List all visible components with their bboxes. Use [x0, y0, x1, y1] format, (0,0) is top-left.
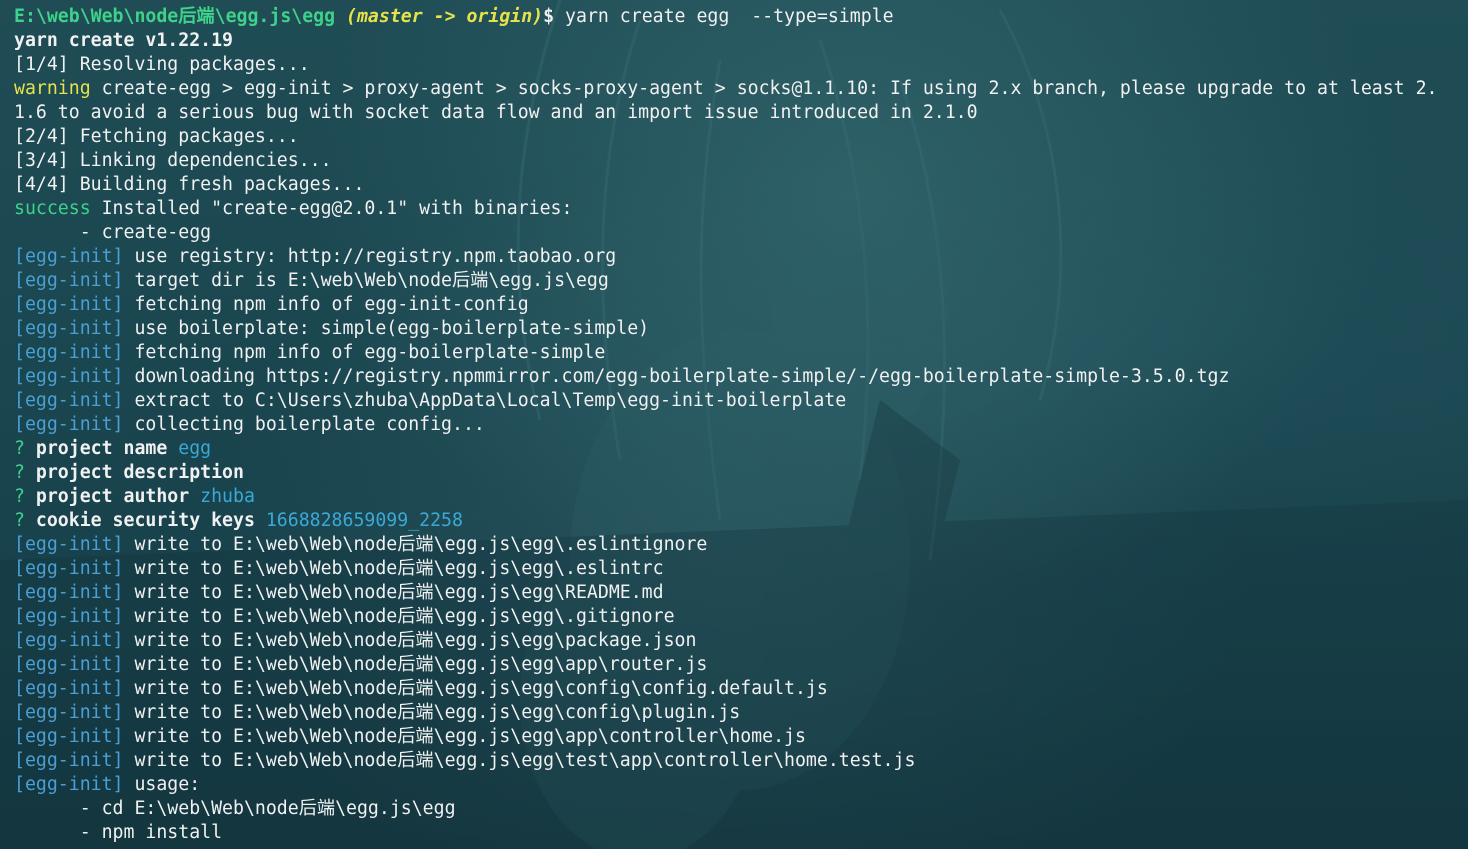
- write-line: [egg-init] write to E:\web\Web\node后端\eg…: [14, 653, 1468, 677]
- write-line: [egg-init] write to E:\web\Web\node后端\eg…: [14, 725, 1468, 749]
- egg-init-line: [egg-init] downloading https://registry.…: [14, 365, 1468, 389]
- egg-init-tag: [egg-init]: [14, 750, 124, 771]
- question-mark: ?: [14, 486, 25, 507]
- write-message: write to E:\web\Web\node后端\egg.js\egg\ap…: [123, 654, 708, 675]
- write-line: [egg-init] write to E:\web\Web\node后端\eg…: [14, 557, 1468, 581]
- egg-init-message: use boilerplate: simple(egg-boilerplate-…: [123, 318, 650, 339]
- question-cookie-keys: ? cookie security keys 1668828659099_225…: [14, 509, 1468, 533]
- egg-init-message: fetching npm info of egg-boilerplate-sim…: [123, 342, 606, 363]
- step-building: [4/4] Building fresh packages...: [14, 174, 365, 195]
- warning-line-2: 1.6 to avoid a serious bug with socket d…: [14, 102, 978, 123]
- egg-init-line: [egg-init] fetching npm info of egg-init…: [14, 293, 1468, 317]
- egg-init-message: fetching npm info of egg-init-config: [123, 294, 529, 315]
- write-line: [egg-init] write to E:\web\Web\node后端\eg…: [14, 533, 1468, 557]
- question-mark: ?: [14, 438, 25, 459]
- prompt-symbol: $: [543, 6, 555, 27]
- egg-init-tag: [egg-init]: [14, 654, 124, 675]
- egg-init-tag: [egg-init]: [14, 366, 124, 387]
- egg-init-tag: [egg-init]: [14, 390, 124, 411]
- egg-init-message: use registry: http://registry.npm.taobao…: [123, 246, 617, 267]
- warning-line-1: warning create-egg > egg-init > proxy-ag…: [14, 77, 1468, 101]
- egg-init-message: collecting boilerplate config...: [123, 414, 485, 435]
- egg-init-message: extract to C:\Users\zhuba\AppData\Local\…: [123, 390, 847, 411]
- write-line: [egg-init] write to E:\web\Web\node后端\eg…: [14, 605, 1468, 629]
- question-project-description: ? project description: [14, 461, 1468, 485]
- egg-init-tag: [egg-init]: [14, 774, 124, 795]
- egg-init-tag: [egg-init]: [14, 678, 124, 699]
- step-linking: [3/4] Linking dependencies...: [14, 150, 332, 171]
- write-message: write to E:\web\Web\node后端\egg.js\egg\RE…: [123, 582, 664, 603]
- usage-label: usage:: [123, 774, 201, 795]
- warning-message: create-egg > egg-init > proxy-agent > so…: [90, 78, 1438, 99]
- egg-init-tag: [egg-init]: [14, 246, 124, 267]
- question-project-name: ? project name egg: [14, 437, 1468, 461]
- terminal-output: E:\web\Web\node后端\egg.js\egg (master -> …: [14, 5, 1468, 845]
- write-line: [egg-init] write to E:\web\Web\node后端\eg…: [14, 677, 1468, 701]
- egg-init-tag: [egg-init]: [14, 294, 124, 315]
- usage-cd-line: - cd E:\web\Web\node后端\egg.js\egg: [14, 798, 456, 819]
- write-message: write to E:\web\Web\node后端\egg.js\egg\co…: [123, 678, 828, 699]
- success-message: Installed "create-egg@2.0.1" with binari…: [90, 198, 573, 219]
- terminal-window[interactable]: E:\web\Web\node后端\egg.js\egg (master -> …: [0, 0, 1468, 849]
- egg-init-tag: [egg-init]: [14, 558, 124, 579]
- prompt-line: E:\web\Web\node后端\egg.js\egg (master -> …: [14, 5, 1468, 29]
- egg-init-message: target dir is E:\web\Web\node后端\egg.js\e…: [123, 270, 609, 291]
- binary-line: - create-egg: [14, 222, 212, 243]
- git-branch: (master -> origin): [346, 6, 544, 27]
- egg-init-tag: [egg-init]: [14, 726, 124, 747]
- egg-init-line: [egg-init] fetching npm info of egg-boil…: [14, 341, 1468, 365]
- egg-init-tag: [egg-init]: [14, 342, 124, 363]
- yarn-version-line: yarn create v1.22.19: [14, 30, 233, 51]
- egg-init-tag: [egg-init]: [14, 270, 124, 291]
- usage-install-line: - npm install: [14, 822, 223, 843]
- egg-init-tag: [egg-init]: [14, 702, 124, 723]
- egg-init-tag: [egg-init]: [14, 414, 124, 435]
- question-mark: ?: [14, 462, 25, 483]
- egg-init-line: [egg-init] use registry: http://registry…: [14, 245, 1468, 269]
- write-line: [egg-init] write to E:\web\Web\node后端\eg…: [14, 701, 1468, 725]
- write-message: write to E:\web\Web\node后端\egg.js\egg\.g…: [123, 606, 675, 627]
- usage-line: [egg-init] usage:: [14, 773, 1468, 797]
- question-mark: ?: [14, 510, 25, 531]
- write-message: write to E:\web\Web\node后端\egg.js\egg\te…: [123, 750, 916, 771]
- question-project-author: ? project author zhuba: [14, 485, 1468, 509]
- question-answer: 1668828659099_2258: [265, 510, 463, 531]
- egg-init-tag: [egg-init]: [14, 318, 124, 339]
- warning-label: warning: [14, 78, 91, 99]
- step-resolving: [1/4] Resolving packages...: [14, 54, 310, 75]
- step-fetching: [2/4] Fetching packages...: [14, 126, 299, 147]
- egg-init-line: [egg-init] use boilerplate: simple(egg-b…: [14, 317, 1468, 341]
- question-answer: egg: [178, 438, 212, 459]
- question-label: project description: [24, 462, 244, 483]
- question-answer: zhuba: [200, 486, 255, 507]
- egg-init-tag: [egg-init]: [14, 606, 124, 627]
- write-message: write to E:\web\Web\node后端\egg.js\egg\.e…: [123, 534, 708, 555]
- success-line: success Installed "create-egg@2.0.1" wit…: [14, 197, 1468, 221]
- write-line: [egg-init] write to E:\web\Web\node后端\eg…: [14, 581, 1468, 605]
- write-message: write to E:\web\Web\node后端\egg.js\egg\co…: [123, 702, 741, 723]
- egg-init-message: downloading https://registry.npmmirror.c…: [123, 366, 1230, 387]
- write-message: write to E:\web\Web\node后端\egg.js\egg\.e…: [123, 558, 664, 579]
- write-line: [egg-init] write to E:\web\Web\node后端\eg…: [14, 629, 1468, 653]
- egg-init-tag: [egg-init]: [14, 630, 124, 651]
- write-message: write to E:\web\Web\node后端\egg.js\egg\pa…: [123, 630, 697, 651]
- egg-init-line: [egg-init] collecting boilerplate config…: [14, 413, 1468, 437]
- question-label: project author: [24, 486, 201, 507]
- write-message: write to E:\web\Web\node后端\egg.js\egg\ap…: [123, 726, 806, 747]
- egg-init-line: [egg-init] target dir is E:\web\Web\node…: [14, 269, 1468, 293]
- question-label: project name: [24, 438, 179, 459]
- prompt-path: E:\web\Web\node后端\egg.js\egg: [14, 6, 336, 27]
- write-line: [egg-init] write to E:\web\Web\node后端\eg…: [14, 749, 1468, 773]
- success-label: success: [14, 198, 91, 219]
- egg-init-tag: [egg-init]: [14, 582, 124, 603]
- command-text: yarn create egg --type=simple: [554, 6, 894, 27]
- egg-init-line: [egg-init] extract to C:\Users\zhuba\App…: [14, 389, 1468, 413]
- egg-init-tag: [egg-init]: [14, 534, 124, 555]
- question-label: cookie security keys: [24, 510, 266, 531]
